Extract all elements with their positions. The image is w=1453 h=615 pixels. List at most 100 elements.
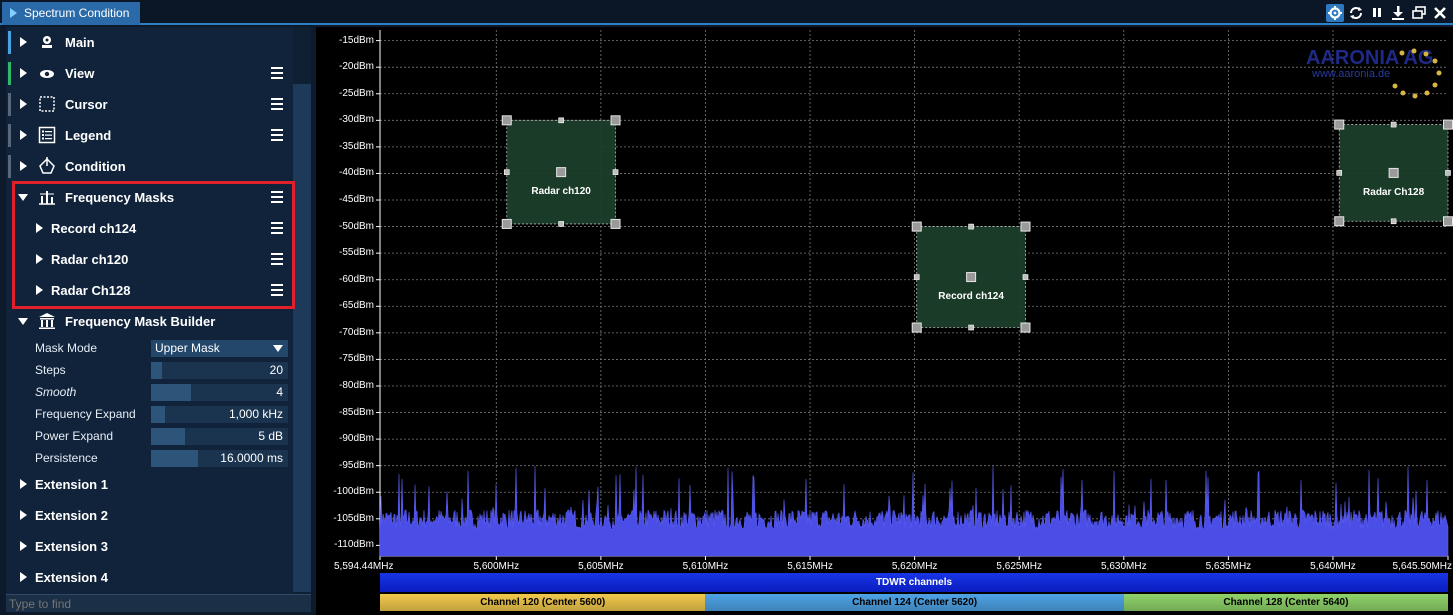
sidebar-item-label: View bbox=[65, 66, 95, 81]
mask-handle-small bbox=[1022, 274, 1029, 280]
window-tab[interactable]: Spectrum Condition bbox=[2, 2, 140, 25]
sidebar-item-extension-4[interactable]: Extension 4 bbox=[6, 562, 291, 593]
y-tick-label: -90dBm bbox=[338, 433, 374, 445]
sidebar-item-view[interactable]: View bbox=[6, 58, 291, 89]
y-tick-label: -75dBm bbox=[338, 353, 374, 365]
expand-arrow-icon[interactable] bbox=[20, 572, 27, 582]
section-marker bbox=[8, 155, 11, 178]
collapse-arrow-icon[interactable] bbox=[18, 318, 28, 325]
sidebar-item-label: Extension 4 bbox=[35, 570, 108, 585]
steps-slider[interactable]: 20 bbox=[151, 362, 288, 379]
x-tick-label: 5,645.50MHz bbox=[1392, 561, 1452, 572]
section-marker bbox=[8, 93, 11, 116]
window-title: Spectrum Condition bbox=[24, 6, 130, 20]
slider-value: 1,000 kHz bbox=[228, 407, 283, 421]
power-expand-slider[interactable]: 5 dB bbox=[151, 428, 288, 445]
mask-handle bbox=[1334, 216, 1345, 227]
menu-icon[interactable] bbox=[271, 67, 285, 79]
settings-sidebar: Main View Cursor Legend Condition Freque… bbox=[6, 27, 311, 612]
property-label: Frequency Expand bbox=[35, 407, 136, 421]
sidebar-item-label: Cursor bbox=[65, 97, 108, 112]
spectrum-chart[interactable] bbox=[316, 27, 1453, 615]
y-tick-label: -70dBm bbox=[338, 326, 374, 338]
persistence-slider[interactable]: 16.0000 ms bbox=[151, 450, 288, 467]
x-tick-label: 5,605MHz bbox=[578, 561, 624, 572]
spectrum-plot[interactable]: -15dBm -20dBm -25dBm -30dBm -35dBm -40dBm -45d… bbox=[316, 27, 1453, 615]
sidebar-item-cursor[interactable]: Cursor bbox=[6, 89, 291, 120]
sidebar-item-extension-2[interactable]: Extension 2 bbox=[6, 500, 291, 531]
section-marker bbox=[8, 31, 11, 54]
highlight-frame bbox=[12, 181, 295, 309]
mask-label: Record ch124 bbox=[938, 291, 1004, 303]
mask-handle-small bbox=[558, 221, 564, 227]
expand-arrow-icon[interactable] bbox=[20, 130, 27, 140]
play-icon bbox=[10, 8, 17, 18]
aaronia-logo: AARONIA AG www.aaronia.de bbox=[1306, 47, 1446, 105]
download-icon[interactable] bbox=[1389, 4, 1407, 22]
sidebar-item-label: Main bbox=[65, 35, 95, 50]
sidebar-item-frequency-mask-builder[interactable]: Frequency Mask Builder bbox=[6, 306, 291, 337]
expand-arrow-icon[interactable] bbox=[20, 68, 27, 78]
restore-icon[interactable] bbox=[1410, 4, 1428, 22]
sidebar-item-condition[interactable]: Condition bbox=[6, 151, 291, 182]
sidebar-scrollbar[interactable] bbox=[293, 27, 311, 595]
y-tick-label: -110dBm bbox=[334, 539, 374, 551]
y-tick-label: -30dBm bbox=[338, 114, 374, 126]
y-tick-label: -20dBm bbox=[338, 61, 374, 73]
smooth-slider[interactable]: 4 bbox=[151, 384, 288, 401]
sidebar-item-label: Condition bbox=[65, 159, 126, 174]
sidebar-item-label: Extension 1 bbox=[35, 477, 108, 492]
x-tick-label: 5,615MHz bbox=[787, 561, 833, 572]
scrollbar-thumb[interactable] bbox=[293, 84, 311, 592]
mask-handle bbox=[610, 115, 621, 126]
sidebar-item-main[interactable]: Main bbox=[6, 27, 291, 58]
mask-handle bbox=[1334, 119, 1345, 130]
y-tick-label: -40dBm bbox=[338, 167, 374, 179]
frequency-expand-slider[interactable]: 1,000 kHz bbox=[151, 406, 288, 423]
sidebar-item-label: Legend bbox=[65, 128, 112, 143]
sidebar-item-extension-1[interactable]: Extension 1 bbox=[6, 469, 291, 500]
slider-value: 5 dB bbox=[258, 429, 283, 443]
y-tick-label: -60dBm bbox=[338, 273, 374, 285]
sidebar-item-extension-3[interactable]: Extension 3 bbox=[6, 531, 291, 562]
expand-arrow-icon[interactable] bbox=[20, 479, 27, 489]
slider-fill bbox=[151, 450, 198, 467]
mask-handle bbox=[501, 115, 512, 126]
y-tick-label: -100dBm bbox=[333, 486, 374, 498]
y-tick-label: -15dBm bbox=[338, 34, 374, 46]
expand-arrow-icon[interactable] bbox=[20, 161, 27, 171]
mask-mode-dropdown[interactable]: Upper Mask bbox=[151, 340, 288, 357]
app-window: Spectrum Condition Main View Cursor Lege… bbox=[0, 0, 1453, 615]
y-tick-label: -55dBm bbox=[338, 247, 374, 259]
plot-background bbox=[380, 30, 1448, 556]
mask-handle-small bbox=[1336, 170, 1343, 176]
expand-arrow-icon[interactable] bbox=[20, 99, 27, 109]
property-smooth: Smooth 4 bbox=[35, 382, 289, 402]
expand-arrow-icon[interactable] bbox=[20, 37, 27, 47]
window-controls bbox=[1326, 4, 1449, 22]
gear-icon[interactable] bbox=[1326, 4, 1344, 22]
property-label: Persistence bbox=[35, 451, 98, 465]
sidebar-item-legend[interactable]: Legend bbox=[6, 120, 291, 151]
property-label: Smooth bbox=[35, 385, 77, 399]
mask-handle-small bbox=[1390, 218, 1397, 225]
y-tick-label: -95dBm bbox=[338, 459, 374, 471]
y-tick-label: -80dBm bbox=[338, 379, 374, 391]
menu-icon[interactable] bbox=[271, 129, 285, 141]
sidebar-item-label: Extension 3 bbox=[35, 539, 108, 554]
x-tick-label: 5,640MHz bbox=[1310, 561, 1356, 572]
property-steps: Steps 20 bbox=[35, 360, 289, 380]
pause-icon[interactable] bbox=[1368, 4, 1386, 22]
expand-arrow-icon[interactable] bbox=[20, 510, 27, 520]
logo-stars-icon bbox=[1392, 48, 1442, 99]
search-input[interactable] bbox=[6, 594, 311, 612]
close-icon[interactable] bbox=[1431, 4, 1449, 22]
mask-handle bbox=[610, 218, 621, 229]
refresh-icon[interactable] bbox=[1347, 4, 1365, 22]
mask-handle-small bbox=[968, 324, 974, 331]
slider-fill bbox=[151, 362, 162, 379]
expand-arrow-icon[interactable] bbox=[20, 541, 27, 551]
slider-value: 16.0000 ms bbox=[220, 451, 283, 465]
menu-icon[interactable] bbox=[271, 98, 285, 110]
y-tick-label: -45dBm bbox=[338, 194, 374, 206]
